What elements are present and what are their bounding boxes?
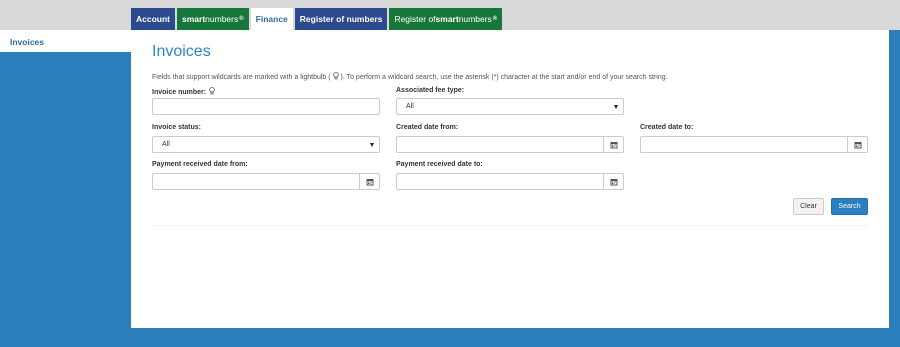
hint-text-before: Fields that support wildcards are marked…: [152, 74, 331, 81]
tab-register-of-smartnumbers[interactable]: Register of smart numbers ®: [389, 8, 503, 30]
tab-smartnumbers-bold: smart: [182, 14, 206, 24]
tab-smartnumbers-light: numbers: [205, 14, 239, 24]
payment-received-from-field[interactable]: [152, 173, 380, 190]
hint-text-after: ). To perform a wildcard search, use the…: [340, 74, 668, 81]
lightbulb-icon: [209, 87, 215, 95]
registered-mark: ®: [239, 16, 244, 22]
payment-received-from-label: Payment received date from:: [152, 161, 248, 168]
tab-register-of-numbers-label: Register of numbers: [299, 14, 383, 24]
caret-down-icon: [614, 105, 618, 109]
tab-smartnumbers[interactable]: smart numbers ®: [177, 8, 249, 30]
invoice-number-input[interactable]: [152, 98, 380, 115]
invoice-number-label-text: Invoice number:: [152, 89, 207, 96]
search-button[interactable]: Search: [831, 198, 868, 215]
calendar-icon: [610, 141, 617, 148]
clear-button[interactable]: Clear: [793, 198, 824, 215]
tab-register-smart-light: numbers: [458, 14, 492, 24]
calendar-button[interactable]: [603, 137, 623, 152]
sidebar-item-invoices[interactable]: Invoices: [10, 37, 44, 47]
associated-fee-type-select[interactable]: All: [396, 98, 624, 115]
tab-finance[interactable]: Finance: [250, 8, 293, 30]
registered-mark: ®: [492, 16, 498, 22]
calendar-icon: [366, 178, 373, 185]
page-title: Invoices: [152, 43, 211, 60]
tab-register-smart-bold: smart: [435, 14, 459, 24]
calendar-button[interactable]: [603, 174, 623, 189]
main-tabs: Account smart numbers ® Finance Register o…: [131, 8, 504, 30]
lightbulb-icon: [332, 72, 339, 80]
tab-account[interactable]: Account: [131, 8, 175, 30]
payment-received-to-label: Payment received date to:: [396, 161, 483, 168]
divider: [152, 225, 868, 226]
created-date-from-field[interactable]: [396, 136, 624, 153]
calendar-icon: [854, 141, 861, 148]
calendar-icon: [610, 178, 617, 185]
tab-finance-label: Finance: [255, 14, 288, 24]
created-date-to-label: Created date to:: [640, 124, 694, 131]
calendar-button[interactable]: [847, 137, 867, 152]
wildcard-hint: Fields that support wildcards are marked…: [152, 72, 668, 81]
invoice-number-label: Invoice number:: [152, 87, 215, 96]
calendar-button[interactable]: [359, 174, 379, 189]
created-date-from-label: Created date from:: [396, 124, 459, 131]
associated-fee-type-value: All: [406, 103, 414, 110]
associated-fee-type-label: Associated fee type:: [396, 87, 465, 94]
tab-register-of-numbers[interactable]: Register of numbers: [294, 8, 388, 30]
tab-account-label: Account: [136, 14, 170, 24]
created-date-to-field[interactable]: [640, 136, 868, 153]
invoice-status-label: Invoice status:: [152, 124, 202, 131]
payment-received-to-field[interactable]: [396, 173, 624, 190]
sidebar: Invoices: [0, 30, 131, 52]
invoice-status-select[interactable]: All: [152, 136, 380, 153]
tab-register-prefix: Register of: [394, 14, 436, 24]
caret-down-icon: [370, 143, 374, 147]
main-panel: Invoices Fields that support wildcards a…: [131, 30, 889, 328]
invoice-status-value: All: [162, 141, 170, 148]
